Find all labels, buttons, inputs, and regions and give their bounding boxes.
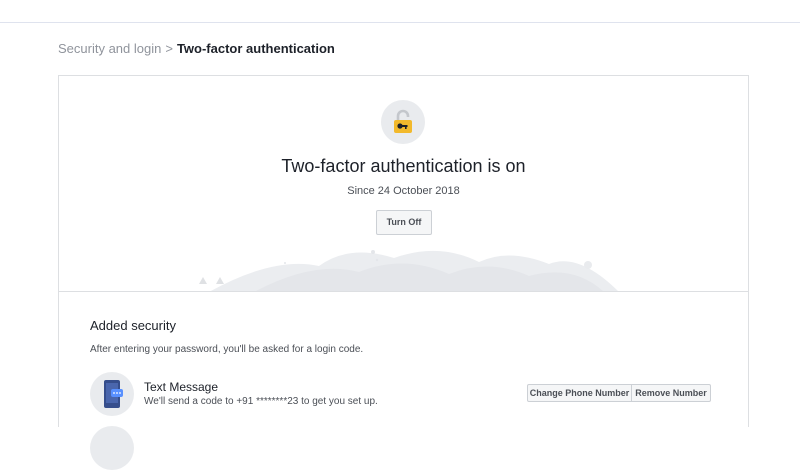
breadcrumb-current: Two-factor authentication — [176, 41, 335, 56]
remove-number-button[interactable]: Remove Number — [631, 384, 711, 402]
status-title: Two-factor authentication is on — [281, 156, 526, 176]
turn-off-button[interactable]: Turn Off — [376, 210, 432, 235]
mountains-illustration — [199, 250, 618, 291]
status-since: Since 24 October 2018 — [347, 185, 460, 197]
two-factor-card: Two-factor authentication is on Since 24… — [58, 75, 749, 470]
method-description: We'll send a code to +91 ********23 to g… — [144, 396, 378, 407]
breadcrumb: Security and login > Two-factor authentica… — [58, 41, 335, 56]
breadcrumb-parent-link[interactable]: Security and login — [58, 41, 161, 56]
header-divider — [0, 22, 800, 23]
added-security-title: Added security — [90, 318, 176, 333]
phone-icon-circle — [90, 372, 134, 416]
phone-message-icon — [104, 380, 123, 408]
unlocked-padlock-with-key-icon — [394, 109, 412, 133]
status-panel: Two-factor authentication is on Since 24… — [59, 76, 748, 292]
lock-icon-circle — [381, 100, 425, 144]
text-message-method: Text Message We'll send a code to +91 **… — [90, 372, 720, 418]
next-method-icon-circle — [90, 426, 134, 470]
breadcrumb-separator: > — [165, 41, 173, 56]
method-title: Text Message — [144, 380, 219, 394]
change-phone-number-button[interactable]: Change Phone Number — [527, 384, 632, 402]
added-security-description: After entering your password, you'll be … — [90, 344, 364, 355]
